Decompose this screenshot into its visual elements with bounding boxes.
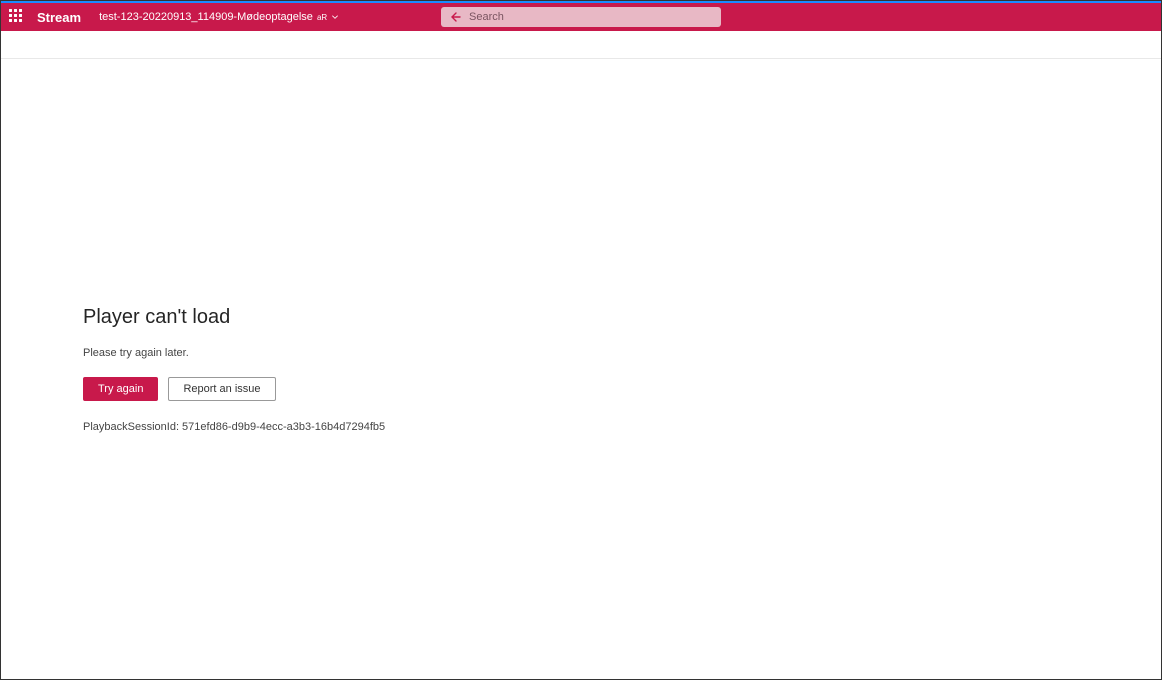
app-launcher-icon[interactable]	[9, 9, 25, 25]
main-content: Player can't load Please try again later…	[1, 59, 1161, 679]
search-box[interactable]	[441, 7, 721, 27]
try-again-button[interactable]: Try again	[83, 377, 158, 401]
report-issue-button[interactable]: Report an issue	[168, 377, 275, 401]
app-header: Stream test-123-20220913_114909-Mødeopta…	[1, 3, 1161, 31]
file-name-label: test-123-20220913_114909-Mødeoptagelse	[99, 11, 313, 23]
error-button-row: Try again Report an issue	[83, 377, 883, 401]
error-title: Player can't load	[83, 306, 883, 329]
search-input[interactable]	[469, 11, 713, 23]
chevron-down-icon	[331, 13, 339, 21]
error-subtitle: Please try again later.	[83, 347, 883, 359]
back-arrow-icon[interactable]	[449, 11, 461, 23]
playback-session-id: PlaybackSessionId: 571efd86-d9b9-4ecc-a3…	[83, 421, 883, 433]
sub-header-bar	[1, 31, 1161, 59]
file-badge: aR	[317, 13, 327, 22]
app-title[interactable]: Stream	[37, 10, 81, 25]
file-name-dropdown[interactable]: test-123-20220913_114909-Mødeoptagelse a…	[99, 11, 339, 23]
error-block: Player can't load Please try again later…	[83, 306, 883, 433]
